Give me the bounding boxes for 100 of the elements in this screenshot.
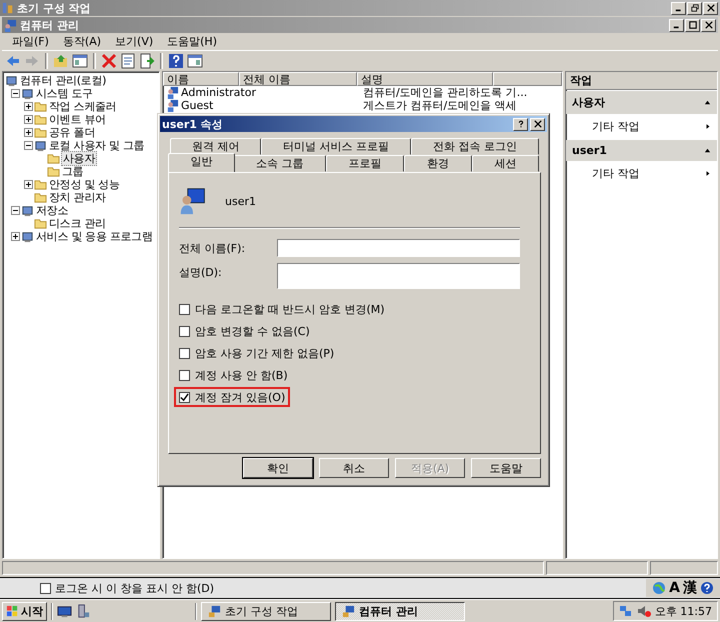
expand-toggle[interactable] [10,89,20,98]
action-item[interactable]: 기타 작업 [566,114,717,139]
checkbox-label[interactable]: 계정 잠겨 있음(O) [195,390,286,404]
tab[interactable]: 소속 그룹 [233,155,326,172]
action-item[interactable]: 기타 작업 [566,161,717,186]
start-button[interactable]: 시작 [2,602,47,620]
checkbox[interactable] [179,370,190,380]
close-button[interactable] [701,18,716,32]
close-button[interactable] [703,2,718,14]
expand-toggle[interactable] [24,102,32,111]
column-header[interactable]: 설명 [357,72,493,86]
tree-item[interactable]: 저장소 [35,204,70,217]
taskbar-button[interactable]: 초기 구성 작업 [201,602,331,620]
server-icon[interactable] [76,604,91,618]
expand-toggle[interactable] [10,206,20,215]
tab[interactable]: 전화 접속 로그인 [411,138,539,155]
tree-item[interactable]: 안정성 및 성능 [48,178,121,191]
tree-node-icon [21,230,34,243]
expand-toggle[interactable] [24,141,32,150]
folder-icon [34,126,47,139]
menu-item[interactable]: 보기(V) [115,34,154,49]
folder-icon [47,152,60,165]
input-mode-button[interactable]: 漢 [683,579,697,597]
tab[interactable]: 일반 [168,153,236,172]
tree-item[interactable]: 장치 관리자 [48,191,107,204]
speaker-muted-icon[interactable] [636,604,651,618]
dialog-button[interactable]: 도움말 [471,458,541,478]
tree-item[interactable]: 작업 스케줄러 [48,100,118,113]
dialog-button[interactable]: 취소 [319,458,389,478]
user-name[interactable]: Guest [181,99,361,112]
tree-item[interactable]: 시스템 도구 [35,87,94,100]
checkbox-label[interactable]: 암호 변경할 수 없음(C) [195,324,310,338]
text-field[interactable] [277,263,520,289]
checkbox[interactable] [179,304,190,314]
checkbox[interactable] [179,348,190,358]
help-icon[interactable] [700,581,714,595]
tree-node-icon [21,204,34,217]
submenu-arrow-icon [705,170,711,177]
text-field[interactable] [277,239,520,257]
minimize-button[interactable] [669,18,684,32]
delete-icon[interactable] [101,53,117,69]
menu-item[interactable]: 파일(F) [12,34,49,49]
pane-icon[interactable] [72,53,88,69]
tree-item[interactable]: 로컬 사용자 및 그룹 [48,139,146,152]
tab[interactable]: 환경 [404,155,472,172]
flag-icon [6,604,19,618]
checkbox-label[interactable]: 암호 사용 기간 제한 없음(P) [195,346,334,360]
close-button[interactable] [530,118,545,130]
back-arrow-icon[interactable] [5,53,21,69]
desktop-icon[interactable] [57,604,72,618]
tree-item[interactable]: 컴퓨터 관리(로컬) [19,74,108,87]
checkbox-label[interactable]: 다음 로그온할 때 반드시 암호 변경(M) [195,302,385,316]
action-section-header[interactable]: user1 [566,140,717,161]
export-icon[interactable] [139,53,155,69]
checkmark-icon [180,392,189,402]
menu-item[interactable]: 동작(A) [62,34,102,49]
tree-item[interactable]: 서비스 및 응용 프로그램 [35,230,154,243]
checkbox-label[interactable]: 로그온 시 이 창을 표시 안 함(D) [55,580,214,596]
tab[interactable]: 프로필 [326,155,404,172]
user-icon [179,187,207,215]
tree-item[interactable]: 사용자 [61,151,98,166]
field-label: 설명(D): [179,265,223,280]
tree-item[interactable]: 이벤트 뷰어 [48,113,107,126]
column-header[interactable]: 전체 이름 [239,72,357,86]
clock[interactable]: 오후 11:57 [654,604,712,618]
maximize-icon [688,21,696,29]
network-icon[interactable] [618,604,633,618]
user-name[interactable]: Administrator [181,86,361,99]
properties-icon[interactable] [120,53,136,69]
folder-icon [34,217,47,230]
tree-item[interactable]: 공유 폴더 [48,126,96,139]
checkbox[interactable] [179,392,190,402]
restore-button[interactable] [687,2,702,14]
expand-toggle[interactable] [24,115,32,124]
pane-icon[interactable] [187,53,203,69]
user-icon [166,99,179,112]
column-header[interactable] [493,72,562,86]
action-section-header[interactable]: 사용자 [566,91,717,114]
help-button[interactable] [513,118,528,130]
maximize-button[interactable] [685,18,700,32]
tab[interactable]: 터미널 서비스 프로필 [261,138,412,155]
expand-toggle[interactable] [24,128,32,137]
tree-item[interactable]: 디스크 관리 [48,217,107,230]
tab[interactable]: 세션 [472,155,539,172]
column-header[interactable]: 이름 [163,72,239,86]
dialog-button[interactable]: 확인 [243,458,313,478]
window-title: 컴퓨터 관리 [20,18,79,32]
expand-toggle[interactable] [10,232,20,241]
minimize-button[interactable] [671,2,686,14]
checkbox[interactable] [179,326,190,336]
expand-toggle[interactable] [24,180,32,189]
menu-item[interactable]: 도움말(H) [167,34,217,49]
checkbox[interactable] [40,582,51,594]
taskbar-button[interactable]: 컴퓨터 관리 [335,602,465,620]
app-icon [208,604,221,618]
tree-item[interactable]: 그룹 [61,165,84,178]
user-description: 컴퓨터/도메인을 관리하도록 기... [363,85,528,100]
help-icon[interactable] [168,53,184,69]
checkbox-label[interactable]: 계정 사용 안 함(B) [195,368,288,382]
input-mode-button[interactable]: A [669,580,680,596]
